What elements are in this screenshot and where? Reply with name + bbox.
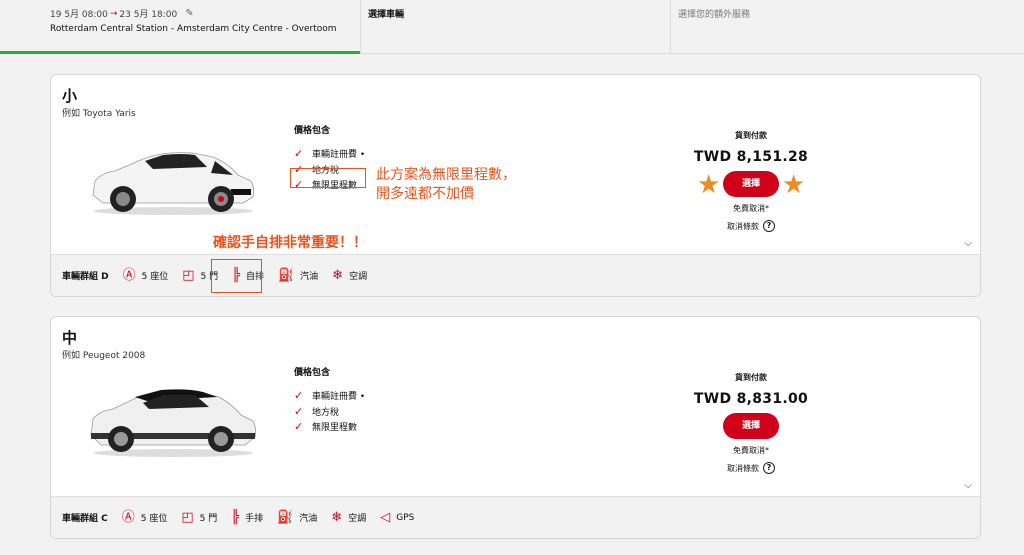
feature-label: 5 座位 (141, 272, 169, 282)
feature-label: 手排 (245, 514, 264, 524)
include-label: 車輛註冊費 • (312, 392, 366, 403)
cancellation-terms-label: 取消條款 (727, 221, 759, 231)
pencil-icon[interactable]: ✎ (185, 8, 193, 19)
annotation-mileage-note: 此方案為無限里程數， 開多遠都不加價 (376, 166, 516, 204)
include-label: 無限里程數 (312, 423, 358, 434)
feature-label: 空調 (349, 272, 368, 282)
feature-aircon: ❄ 空調 (332, 269, 367, 282)
price-amount: TWD 8,831.00 (693, 391, 809, 407)
chevron-down-icon[interactable]: ⌵ (964, 238, 972, 249)
category-example: 例如 Toyota Yaris (62, 109, 136, 119)
snowflake-icon: ❄ (331, 510, 343, 525)
select-button[interactable]: 選擇 (723, 171, 779, 197)
feature-label: GPS (396, 512, 415, 523)
feature-label: 汽油 (300, 272, 319, 282)
include-item: ✓ 車輛註冊費 • (294, 388, 494, 404)
annotation-transmission-note: 確認手自排非常重要！！ (213, 235, 367, 251)
price-includes: 價格包含 ✓ 車輛註冊費 • ✓ 地方稅 ✓ 無限里程數 (294, 365, 494, 435)
trip-dates: 19 5月 08:00 → 23 5月 18:00 ✎ (50, 7, 360, 20)
include-label: 車輛註冊費 • (312, 150, 366, 161)
chevron-down-icon[interactable]: ⌵ (964, 480, 972, 491)
gearbox-icon: ╠ (231, 510, 240, 525)
highlight-transmission (211, 259, 262, 293)
price-includes-heading: 價格包含 (294, 126, 331, 136)
check-icon: ✓ (294, 147, 304, 161)
feature-label: 5 座位 (140, 514, 168, 524)
check-icon: ✓ (294, 404, 304, 418)
feature-label: 汽油 (299, 514, 318, 524)
include-item: ✓ 車輛註冊費 • (294, 146, 494, 162)
pay-on-arrival-label: 貨到付款 (735, 131, 767, 140)
feature-seats: Ⓐ 5 座位 (123, 269, 169, 282)
select-button[interactable]: 選擇 (723, 413, 779, 439)
category-title: 中 (62, 329, 78, 347)
vehicle-group-label: 車輛群組 C (62, 514, 108, 524)
check-icon: ✓ (294, 420, 304, 434)
annotation-mileage-line2: 開多遠都不加價 (376, 186, 474, 202)
category-title: 小 (62, 87, 78, 105)
category-example: 例如 Peugeot 2008 (62, 351, 146, 361)
feature-label: 空調 (348, 514, 367, 524)
feature-label: 5 門 (199, 514, 218, 524)
price-amount: TWD 8,151.28 (693, 149, 809, 165)
step-extras[interactable]: 選擇您的額外服務 (670, 0, 1024, 54)
free-cancellation-label: 免費取消* (733, 204, 769, 213)
check-icon: ✓ (294, 389, 304, 403)
highlight-unlimited-mileage (290, 168, 366, 188)
seat-icon: Ⓐ (122, 268, 136, 283)
door-icon: ◰ (182, 268, 195, 283)
cancellation-terms[interactable]: 取消條款 ? (671, 462, 831, 474)
fuel-icon: ⛽ (277, 510, 294, 525)
feature-seats: Ⓐ 5 座位 (122, 511, 168, 524)
star-icon: ★ (782, 170, 806, 200)
cancellation-terms[interactable]: 取消條款 ? (671, 220, 831, 232)
pay-on-arrival-label: 貨到付款 (735, 373, 767, 382)
vehicle-group-label: 車輛群組 D (62, 272, 109, 282)
price-includes-heading: 價格包含 (294, 368, 331, 378)
feature-fuel: ⛽ 汽油 (278, 269, 318, 282)
include-item: ✓ 無限里程數 (294, 419, 494, 435)
feature-transmission: ╠ 手排 (231, 511, 263, 524)
annotation-mileage-line1: 此方案為無限里程數， (376, 167, 516, 183)
navigation-icon: ◁ (380, 510, 391, 525)
pickup-datetime: 19 5月 08:00 (50, 10, 108, 20)
feature-fuel: ⛽ 汽油 (277, 511, 317, 524)
snowflake-icon: ❄ (332, 268, 344, 283)
vehicle-card-medium: 中 例如 Peugeot 2008 價格包含 ✓ 車輛註冊費 • ✓ 地方稅 ✓ 無限… (50, 316, 981, 539)
star-icon: ★ (697, 170, 721, 200)
free-cancellation-label: 免費取消* (733, 446, 769, 455)
vehicle-features-bar: 車輛群組 C Ⓐ 5 座位 ◰ 5 門 ╠ 手排 ⛽ 汽油 ❄ 空調 ◁ GPS (51, 496, 980, 538)
arrow-icon: → (109, 8, 118, 19)
price-block: 貨到付款 TWD 8,151.28 選擇 免費取消* 取消條款 ? (671, 130, 831, 232)
price-block: 貨到付款 TWD 8,831.00 選擇 免費取消* 取消條款 ? (671, 372, 831, 474)
cancellation-terms-label: 取消條款 (727, 463, 759, 473)
step-trip-details[interactable]: 19 5月 08:00 → 23 5月 18:00 ✎ Rotterdam Ce… (0, 0, 360, 54)
progress-bar (0, 51, 360, 54)
car-image-toyota-yaris (92, 152, 255, 215)
feature-aircon: ❄ 空調 (331, 511, 366, 524)
step-extras-title: 選擇您的額外服務 (678, 10, 751, 20)
include-label: 地方稅 (312, 407, 340, 418)
feature-gps: ◁ GPS (380, 511, 414, 524)
booking-progress-header: 19 5月 08:00 → 23 5月 18:00 ✎ Rotterdam Ce… (0, 0, 1024, 54)
step-choose-vehicle[interactable]: 選擇車輛 (360, 0, 670, 54)
vehicle-features-bar: 車輛群組 D Ⓐ 5 座位 ◰ 5 門 ╠ 自排 ⛽ 汽油 ❄ 空調 (51, 254, 980, 296)
fuel-icon: ⛽ (277, 268, 295, 283)
feature-doors: ◰ 5 門 (181, 511, 217, 524)
help-icon[interactable]: ? (763, 220, 775, 232)
car-image-peugeot-2008 (90, 389, 257, 457)
return-datetime: 23 5月 18:00 (119, 10, 178, 20)
include-item: ✓ 地方稅 (294, 404, 494, 420)
seat-icon: Ⓐ (121, 510, 135, 525)
step-choose-vehicle-title: 選擇車輛 (368, 10, 405, 20)
help-icon[interactable]: ? (763, 462, 775, 474)
trip-route: Rotterdam Central Station - Amsterdam Ci… (50, 24, 337, 34)
door-icon: ◰ (181, 510, 194, 525)
